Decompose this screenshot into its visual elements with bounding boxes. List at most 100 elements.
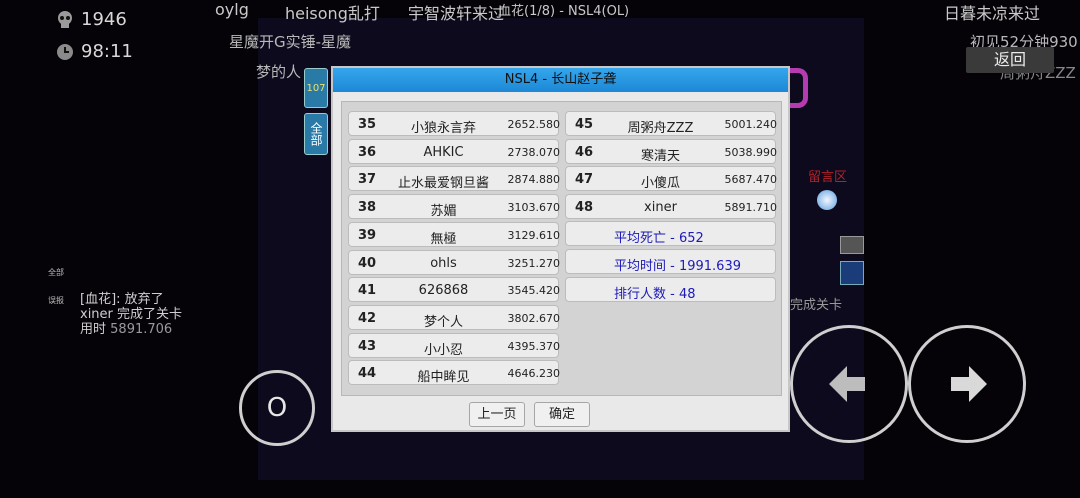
row-rank: 35 xyxy=(358,117,377,132)
tab-all[interactable]: 全部 xyxy=(304,113,328,155)
swirl-icon xyxy=(817,190,837,210)
leaderboard-row: 44 船中眸见 4646.230 xyxy=(348,360,561,386)
row-name: 小小忍 xyxy=(423,342,463,358)
leaderboard-row: 36 AHKIC 2738.070 xyxy=(348,138,561,164)
row-score: 5891.710 xyxy=(724,201,778,215)
row-score: 3251.270 xyxy=(507,256,561,270)
row-rank: 45 xyxy=(575,117,594,132)
row-score: 2738.070 xyxy=(507,145,561,159)
player-name: heisong乱打 xyxy=(285,4,380,23)
ranking-count: 排行人数 - 48 xyxy=(614,287,696,302)
row-name: 周粥舟ZZZ xyxy=(627,121,694,136)
player-name: oylg xyxy=(215,0,249,19)
row-name: 寒清天 xyxy=(640,148,680,164)
player-name: 宇智波轩来过 xyxy=(408,4,505,23)
log-time: 5891.706 xyxy=(110,322,173,337)
row-name: 小傻瓜 xyxy=(640,176,680,192)
row-rank: 41 xyxy=(358,283,377,299)
arrow-left-icon xyxy=(829,366,865,402)
row-rank: 40 xyxy=(358,255,377,271)
filter-all-label[interactable]: 全部 xyxy=(48,267,64,278)
row-rank: 42 xyxy=(358,310,377,326)
dialog-title: NSL4 - 长山赵子聋 xyxy=(333,68,788,92)
event-log: [血花]: 放弃了 xiner 完成了关卡 用时 5891.706 xyxy=(80,292,182,337)
leaderboard-row: 42 梦个人 3802.670 xyxy=(348,304,561,330)
row-score: 3129.610 xyxy=(507,228,561,242)
leaderboard-dialog: NSL4 - 长山赵子聋 35 小狼永言弃 2652.580 36 AHKIC 2738.… xyxy=(331,66,790,432)
tab-count[interactable]: 107 xyxy=(304,68,328,108)
timer: 98:11 xyxy=(55,41,133,62)
time-value: 98:11 xyxy=(81,41,133,62)
row-score: 4646.230 xyxy=(507,367,561,381)
row-rank: 36 xyxy=(358,144,377,160)
death-counter: 1946 xyxy=(55,9,127,30)
move-left-button[interactable] xyxy=(790,325,908,443)
ranking-count-row: 排行人数 - 48 xyxy=(565,277,776,302)
leaderboard-row: 39 無極 3129.610 xyxy=(348,221,561,247)
sign-icon xyxy=(840,236,864,254)
row-score: 5038.990 xyxy=(724,145,778,159)
action-button-label: O xyxy=(266,393,288,423)
move-right-button[interactable] xyxy=(908,325,1026,443)
row-name: 梦个人 xyxy=(423,314,463,330)
avg-deaths-row: 平均死亡 - 652 xyxy=(565,221,776,246)
log-line: [血花]: 放弃了 xyxy=(80,292,164,307)
row-name: 止水最爱钢旦酱 xyxy=(397,176,489,192)
row-score: 4395.370 xyxy=(507,339,561,353)
level-complete-label: 完成关卡 xyxy=(790,298,843,313)
row-score: 5001.240 xyxy=(724,118,778,131)
row-name: 苏媚 xyxy=(430,204,457,220)
row-name: ohls xyxy=(430,255,457,271)
skull-icon xyxy=(58,11,72,28)
leaderboard-row: 41 626868 3545.420 xyxy=(348,277,561,303)
row-name: 626868 xyxy=(418,283,469,299)
row-rank: 48 xyxy=(575,200,594,216)
row-score: 3103.670 xyxy=(507,201,561,215)
leaderboard-row: 35 小狼永言弃 2652.580 xyxy=(348,111,561,136)
room-status: 血花(1/8) - NSL4(OL) xyxy=(498,4,630,19)
avg-deaths: 平均死亡 - 652 xyxy=(614,231,704,246)
row-rank: 38 xyxy=(358,200,377,216)
avg-time-row: 平均时间 - 1991.639 xyxy=(565,249,776,274)
leaderboard-row: 38 苏媚 3103.670 xyxy=(348,194,561,220)
row-name: xiner xyxy=(644,200,677,216)
portal-icon xyxy=(840,261,864,285)
chat-message: 梦的人 xyxy=(256,63,302,81)
row-rank: 47 xyxy=(575,172,594,188)
leaderboard-row: 46 寒清天 5038.990 xyxy=(565,138,778,164)
row-name: AHKIC xyxy=(423,144,464,160)
row-score: 2874.880 xyxy=(507,173,561,187)
leaderboard-row: 40 ohls 3251.270 xyxy=(348,249,561,275)
row-rank: 37 xyxy=(358,172,377,188)
level-logo-fragment xyxy=(790,68,808,108)
leaderboard-row: 37 止水最爱钢旦酱 2874.880 xyxy=(348,166,561,192)
row-name: 船中眸见 xyxy=(417,370,470,386)
player-name: 日暮未凉来过 xyxy=(944,4,1041,23)
prev-page-button[interactable]: 上一页 xyxy=(469,402,525,427)
row-score: 5687.470 xyxy=(724,173,778,187)
leaderboard-row: 48 xiner 5891.710 xyxy=(565,194,778,220)
leaderboard-panel: 35 小狼永言弃 2652.580 36 AHKIC 2738.070 37 止水最爱钢旦酱 2… xyxy=(341,101,782,396)
action-button[interactable]: O xyxy=(239,370,315,446)
message-board-label: 留言区 xyxy=(808,170,848,185)
row-score: 3802.670 xyxy=(507,311,561,325)
row-rank: 43 xyxy=(358,338,377,354)
row-score: 2652.580 xyxy=(507,118,561,131)
death-count: 1946 xyxy=(81,9,127,30)
confirm-button[interactable]: 确定 xyxy=(534,402,590,427)
arrow-right-icon xyxy=(951,366,987,402)
leaderboard-row: 45 周粥舟ZZZ 5001.240 xyxy=(565,111,778,136)
row-rank: 44 xyxy=(358,366,377,382)
chat-message: 星魔开G实锤-星魔 xyxy=(229,33,352,51)
row-name: 無極 xyxy=(430,231,457,247)
row-rank: 39 xyxy=(358,227,377,243)
row-name: 小狼永言弃 xyxy=(410,121,476,136)
row-score: 3545.420 xyxy=(507,284,561,298)
back-button[interactable]: 返回 xyxy=(966,47,1054,73)
filter-report-label[interactable]: 误报 xyxy=(48,295,64,306)
avg-time: 平均时间 - 1991.639 xyxy=(614,259,741,274)
leaderboard-row: 43 小小忍 4395.370 xyxy=(348,332,561,358)
row-rank: 46 xyxy=(575,144,594,160)
leaderboard-row: 47 小傻瓜 5687.470 xyxy=(565,166,778,192)
log-line-prefix: 用时 xyxy=(80,322,107,337)
